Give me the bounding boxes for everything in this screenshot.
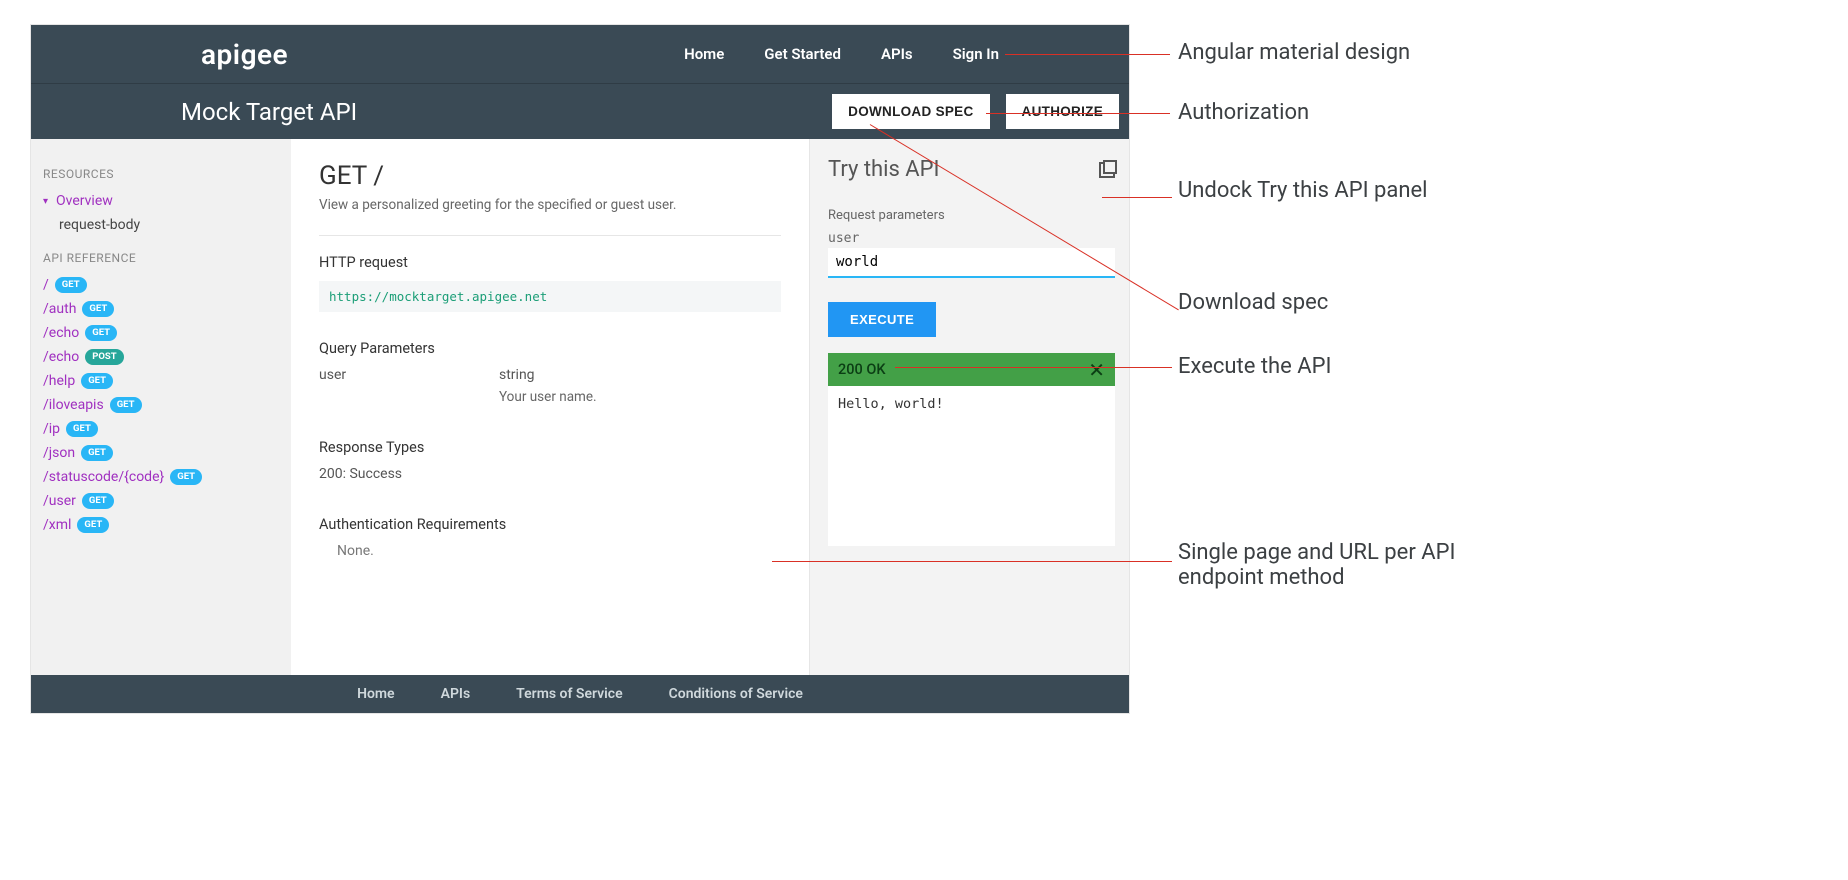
main-content: GET / View a personalized greeting for t… — [291, 139, 809, 675]
method-badge: GET — [81, 445, 113, 461]
method-badge: GET — [170, 469, 202, 485]
sidebar-api-item[interactable]: /xml GET — [43, 513, 279, 537]
sidebar-api-item[interactable]: /echo POST — [43, 345, 279, 369]
method-badge: GET — [82, 301, 114, 317]
sidebar-api-link[interactable]: /help — [43, 373, 75, 389]
footer-tos[interactable]: Terms of Service — [516, 686, 622, 702]
http-request-label: HTTP request — [319, 254, 781, 271]
sidebar-section-apiref: API REFERENCE — [43, 251, 279, 265]
method-badge: POST — [85, 349, 123, 365]
sidebar-api-item[interactable]: /help GET — [43, 369, 279, 393]
method-badge: GET — [77, 517, 109, 533]
sidebar-api-link[interactable]: /json — [43, 445, 75, 461]
sidebar-api-item[interactable]: /user GET — [43, 489, 279, 513]
close-icon[interactable]: ✕ — [1088, 363, 1105, 377]
sidebar-item-request-body[interactable]: request-body — [43, 213, 279, 237]
callout-line — [986, 113, 1170, 114]
sidebar-api-link[interactable]: /xml — [43, 517, 71, 533]
sidebar-api-link[interactable]: /statuscode/{code} — [43, 469, 164, 485]
auth-req-value: None. — [337, 543, 781, 559]
sidebar-api-item[interactable]: /json GET — [43, 441, 279, 465]
sidebar-api-link[interactable]: /iloveapis — [43, 397, 104, 413]
annotation-execute: Execute the API — [1178, 354, 1331, 379]
endpoint-heading: GET / — [319, 161, 781, 191]
top-bar: apigee Home Get Started APIs Sign In — [31, 25, 1129, 83]
sidebar-api-item[interactable]: / GET — [43, 273, 279, 297]
execute-button[interactable]: EXECUTE — [828, 302, 936, 337]
sidebar-item-overview[interactable]: ▾ Overview — [43, 189, 279, 213]
sidebar: RESOURCES ▾ Overview request-body API RE… — [31, 139, 291, 675]
method-badge: GET — [85, 325, 117, 341]
sidebar-api-link[interactable]: /echo — [43, 325, 79, 341]
sidebar-link-overview[interactable]: Overview — [56, 193, 113, 209]
param-field-input[interactable] — [828, 248, 1115, 278]
brand-logo: apigee — [201, 38, 288, 71]
footer-apis[interactable]: APIs — [441, 686, 471, 702]
nav-signin[interactable]: Sign In — [953, 45, 999, 63]
response-type-value: 200: Success — [319, 466, 781, 482]
annotation-material: Angular material design — [1178, 40, 1410, 65]
response-status-text: 200 OK — [838, 361, 885, 378]
sidebar-api-item[interactable]: /ip GET — [43, 417, 279, 441]
method-badge: GET — [81, 373, 113, 389]
portal-app: apigee Home Get Started APIs Sign In Moc… — [30, 24, 1130, 714]
response-types-label: Response Types — [319, 439, 781, 456]
footer-cos[interactable]: Conditions of Service — [669, 686, 803, 702]
nav-apis[interactable]: APIs — [881, 45, 913, 63]
response-body: Hello, world! — [828, 386, 1115, 546]
try-api-panel: Try this API Request parameters user EXE… — [809, 139, 1129, 675]
method-badge: GET — [66, 421, 98, 437]
undock-icon[interactable] — [1099, 162, 1115, 178]
request-params-label: Request parameters — [828, 208, 1115, 223]
sidebar-api-item[interactable]: /statuscode/{code} GET — [43, 465, 279, 489]
param-type: string — [499, 367, 619, 383]
annotation-authorization: Authorization — [1178, 100, 1309, 125]
param-description: Your user name. — [499, 389, 781, 405]
sidebar-api-link[interactable]: /auth — [43, 301, 76, 317]
sidebar-api-item[interactable]: /auth GET — [43, 297, 279, 321]
authorize-button[interactable]: AUTHORIZE — [1006, 94, 1119, 129]
sidebar-api-link[interactable]: /echo — [43, 349, 79, 365]
sidebar-api-item[interactable]: /echo GET — [43, 321, 279, 345]
callout-line — [895, 367, 1172, 368]
method-badge: GET — [82, 493, 114, 509]
sub-bar: Mock Target API DOWNLOAD SPEC AUTHORIZE — [31, 83, 1129, 139]
callout-line — [1102, 197, 1172, 198]
nav-get-started[interactable]: Get Started — [764, 45, 841, 63]
caret-icon: ▾ — [43, 196, 48, 207]
sidebar-api-link[interactable]: / — [43, 277, 49, 293]
method-badge: GET — [110, 397, 142, 413]
query-params-label: Query Parameters — [319, 340, 781, 357]
try-api-title: Try this API — [828, 157, 940, 182]
sidebar-api-link[interactable]: /user — [43, 493, 76, 509]
annotation-download-spec: Download spec — [1178, 290, 1328, 315]
method-badge: GET — [55, 277, 87, 293]
download-spec-button[interactable]: DOWNLOAD SPEC — [832, 94, 989, 129]
callout-line — [1005, 54, 1170, 55]
api-title: Mock Target API — [181, 98, 357, 126]
param-field-label: user — [828, 231, 1115, 246]
sidebar-api-item[interactable]: /iloveapis GET — [43, 393, 279, 417]
sidebar-section-resources: RESOURCES — [43, 167, 279, 181]
param-name: user — [319, 367, 439, 383]
nav-home[interactable]: Home — [684, 45, 724, 63]
footer-bar: Home APIs Terms of Service Conditions of… — [31, 675, 1129, 713]
http-request-url: https://mocktarget.apigee.net — [319, 281, 781, 312]
annotation-single-page: Single page and URL per API endpoint met… — [1178, 540, 1498, 590]
annotation-undock: Undock Try this API panel — [1178, 178, 1438, 203]
response-status-bar: 200 OK ✕ — [828, 353, 1115, 386]
endpoint-description: View a personalized greeting for the spe… — [319, 197, 781, 213]
callout-line — [772, 561, 1172, 562]
footer-home[interactable]: Home — [357, 686, 395, 702]
divider — [319, 235, 781, 236]
sidebar-api-link[interactable]: /ip — [43, 421, 60, 437]
auth-req-label: Authentication Requirements — [319, 516, 781, 533]
